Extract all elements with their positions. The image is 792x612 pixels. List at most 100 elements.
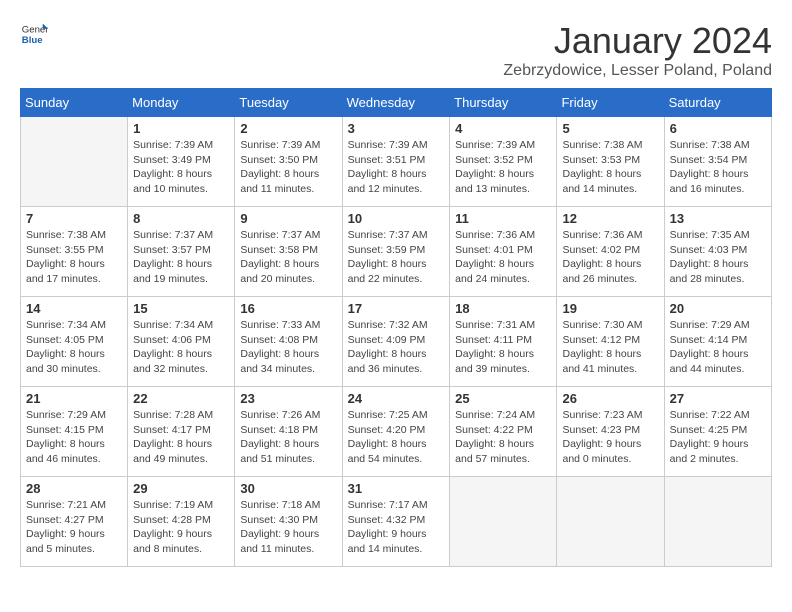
header-sunday: Sunday bbox=[21, 89, 128, 117]
day-info: Sunrise: 7:34 AM Sunset: 4:05 PM Dayligh… bbox=[26, 318, 122, 377]
day-cell bbox=[21, 117, 128, 207]
day-info: Sunrise: 7:22 AM Sunset: 4:25 PM Dayligh… bbox=[670, 408, 766, 467]
day-info: Sunrise: 7:37 AM Sunset: 3:59 PM Dayligh… bbox=[348, 228, 445, 287]
day-number: 11 bbox=[455, 211, 551, 226]
day-number: 22 bbox=[133, 391, 229, 406]
day-info: Sunrise: 7:30 AM Sunset: 4:12 PM Dayligh… bbox=[562, 318, 658, 377]
day-cell: 24 Sunrise: 7:25 AM Sunset: 4:20 PM Dayli… bbox=[342, 387, 450, 477]
day-info: Sunrise: 7:38 AM Sunset: 3:55 PM Dayligh… bbox=[26, 228, 122, 287]
day-cell: 25 Sunrise: 7:24 AM Sunset: 4:22 PM Dayli… bbox=[450, 387, 557, 477]
day-cell: 3Sunrise: 7:39 AM Sunset: 3:51 PM Daylig… bbox=[342, 117, 450, 207]
day-info: Sunrise: 7:39 AM Sunset: 3:52 PM Dayligh… bbox=[455, 138, 551, 197]
day-number: 17 bbox=[348, 301, 445, 316]
day-info: Sunrise: 7:24 AM Sunset: 4:22 PM Dayligh… bbox=[455, 408, 551, 467]
logo: General Blue bbox=[20, 20, 48, 48]
day-cell: 30 Sunrise: 7:18 AM Sunset: 4:30 PM Dayli… bbox=[235, 477, 342, 567]
day-info: Sunrise: 7:35 AM Sunset: 4:03 PM Dayligh… bbox=[670, 228, 766, 287]
day-cell: 28 Sunrise: 7:21 AM Sunset: 4:27 PM Dayli… bbox=[21, 477, 128, 567]
day-cell: 13 Sunrise: 7:35 AM Sunset: 4:03 PM Dayli… bbox=[664, 207, 771, 297]
day-info: Sunrise: 7:39 AM Sunset: 3:50 PM Dayligh… bbox=[240, 138, 336, 197]
logo-icon: General Blue bbox=[20, 20, 48, 48]
day-number: 1 bbox=[133, 121, 229, 136]
day-cell: 22 Sunrise: 7:28 AM Sunset: 4:17 PM Dayli… bbox=[128, 387, 235, 477]
day-number: 5 bbox=[562, 121, 658, 136]
day-info: Sunrise: 7:18 AM Sunset: 4:30 PM Dayligh… bbox=[240, 498, 336, 557]
day-cell: 31 Sunrise: 7:17 AM Sunset: 4:32 PM Dayli… bbox=[342, 477, 450, 567]
week-row-1: 1 Sunrise: 7:39 AM Sunset: 3:49 PM Daylig… bbox=[21, 117, 772, 207]
day-info: Sunrise: 7:23 AM Sunset: 4:23 PM Dayligh… bbox=[562, 408, 658, 467]
day-cell: 7 Sunrise: 7:38 AM Sunset: 3:55 PM Daylig… bbox=[21, 207, 128, 297]
day-number: 23 bbox=[240, 391, 336, 406]
day-number: 25 bbox=[455, 391, 551, 406]
day-info: Sunrise: 7:36 AM Sunset: 4:01 PM Dayligh… bbox=[455, 228, 551, 287]
day-cell: 10 Sunrise: 7:37 AM Sunset: 3:59 PM Dayli… bbox=[342, 207, 450, 297]
day-cell: 6 Sunrise: 7:38 AM Sunset: 3:54 PM Daylig… bbox=[664, 117, 771, 207]
day-cell: 21Sunrise: 7:29 AM Sunset: 4:15 PM Dayli… bbox=[21, 387, 128, 477]
day-number: 4 bbox=[455, 121, 551, 136]
title-block: January 2024 Zebrzydowice, Lesser Poland… bbox=[503, 20, 772, 80]
day-number: 16 bbox=[240, 301, 336, 316]
weekday-header-row: Sunday Monday Tuesday Wednesday Thursday… bbox=[21, 89, 772, 117]
day-info: Sunrise: 7:28 AM Sunset: 4:17 PM Dayligh… bbox=[133, 408, 229, 467]
day-info: Sunrise: 7:37 AM Sunset: 3:57 PM Dayligh… bbox=[133, 228, 229, 287]
day-number: 28 bbox=[26, 481, 122, 496]
week-row-2: 7 Sunrise: 7:38 AM Sunset: 3:55 PM Daylig… bbox=[21, 207, 772, 297]
day-cell: 9 Sunrise: 7:37 AM Sunset: 3:58 PM Daylig… bbox=[235, 207, 342, 297]
day-info: Sunrise: 7:37 AM Sunset: 3:58 PM Dayligh… bbox=[240, 228, 336, 287]
header-thursday: Thursday bbox=[450, 89, 557, 117]
day-cell bbox=[450, 477, 557, 567]
day-number: 29 bbox=[133, 481, 229, 496]
day-info: Sunrise: 7:36 AM Sunset: 4:02 PM Dayligh… bbox=[562, 228, 658, 287]
day-number: 8 bbox=[133, 211, 229, 226]
day-info: Sunrise: 7:38 AM Sunset: 3:54 PM Dayligh… bbox=[670, 138, 766, 197]
day-info: Sunrise: 7:21 AM Sunset: 4:27 PM Dayligh… bbox=[26, 498, 122, 557]
day-cell: 12 Sunrise: 7:36 AM Sunset: 4:02 PM Dayli… bbox=[557, 207, 664, 297]
day-number: 26 bbox=[562, 391, 658, 406]
day-cell: 20 Sunrise: 7:29 AM Sunset: 4:14 PM Dayli… bbox=[664, 297, 771, 387]
day-number: 31 bbox=[348, 481, 445, 496]
day-info: Sunrise: 7:26 AM Sunset: 4:18 PM Dayligh… bbox=[240, 408, 336, 467]
day-number: 18 bbox=[455, 301, 551, 316]
week-row-4: 21Sunrise: 7:29 AM Sunset: 4:15 PM Dayli… bbox=[21, 387, 772, 477]
day-info: Sunrise: 7:34 AM Sunset: 4:06 PM Dayligh… bbox=[133, 318, 229, 377]
day-info: Sunrise: 7:33 AM Sunset: 4:08 PM Dayligh… bbox=[240, 318, 336, 377]
day-number: 9 bbox=[240, 211, 336, 226]
day-number: 24 bbox=[348, 391, 445, 406]
day-number: 7 bbox=[26, 211, 122, 226]
day-info: Sunrise: 7:32 AM Sunset: 4:09 PM Dayligh… bbox=[348, 318, 445, 377]
day-info: Sunrise: 7:25 AM Sunset: 4:20 PM Dayligh… bbox=[348, 408, 445, 467]
day-cell: 4 Sunrise: 7:39 AM Sunset: 3:52 PM Daylig… bbox=[450, 117, 557, 207]
header-saturday: Saturday bbox=[664, 89, 771, 117]
week-row-3: 14 Sunrise: 7:34 AM Sunset: 4:05 PM Dayli… bbox=[21, 297, 772, 387]
day-number: 13 bbox=[670, 211, 766, 226]
header-wednesday: Wednesday bbox=[342, 89, 450, 117]
day-number: 10 bbox=[348, 211, 445, 226]
day-cell: 26 Sunrise: 7:23 AM Sunset: 4:23 PM Dayli… bbox=[557, 387, 664, 477]
calendar-title: January 2024 bbox=[503, 20, 772, 62]
calendar-subtitle: Zebrzydowice, Lesser Poland, Poland bbox=[503, 62, 772, 80]
day-cell: 27 Sunrise: 7:22 AM Sunset: 4:25 PM Dayli… bbox=[664, 387, 771, 477]
day-number: 12 bbox=[562, 211, 658, 226]
day-cell bbox=[557, 477, 664, 567]
day-number: 30 bbox=[240, 481, 336, 496]
day-info: Sunrise: 7:39 AM Sunset: 3:51 PM Dayligh… bbox=[348, 138, 445, 197]
day-info: Sunrise: 7:31 AM Sunset: 4:11 PM Dayligh… bbox=[455, 318, 551, 377]
svg-text:Blue: Blue bbox=[22, 35, 43, 46]
calendar-table: Sunday Monday Tuesday Wednesday Thursday… bbox=[20, 88, 772, 567]
day-number: 20 bbox=[670, 301, 766, 316]
day-cell: 18 Sunrise: 7:31 AM Sunset: 4:11 PM Dayli… bbox=[450, 297, 557, 387]
day-number: 14 bbox=[26, 301, 122, 316]
day-cell: 15 Sunrise: 7:34 AM Sunset: 4:06 PM Dayli… bbox=[128, 297, 235, 387]
page-header: General Blue January 2024 Zebrzydowice, … bbox=[20, 20, 772, 80]
day-cell: 19Sunrise: 7:30 AM Sunset: 4:12 PM Dayli… bbox=[557, 297, 664, 387]
day-cell: 11 Sunrise: 7:36 AM Sunset: 4:01 PM Dayli… bbox=[450, 207, 557, 297]
day-cell: 16 Sunrise: 7:33 AM Sunset: 4:08 PM Dayli… bbox=[235, 297, 342, 387]
week-row-5: 28 Sunrise: 7:21 AM Sunset: 4:27 PM Dayli… bbox=[21, 477, 772, 567]
day-number: 15 bbox=[133, 301, 229, 316]
day-info: Sunrise: 7:29 AM Sunset: 4:14 PM Dayligh… bbox=[670, 318, 766, 377]
day-cell: 5Sunrise: 7:38 AM Sunset: 3:53 PM Daylig… bbox=[557, 117, 664, 207]
day-number: 6 bbox=[670, 121, 766, 136]
day-info: Sunrise: 7:17 AM Sunset: 4:32 PM Dayligh… bbox=[348, 498, 445, 557]
day-info: Sunrise: 7:39 AM Sunset: 3:49 PM Dayligh… bbox=[133, 138, 229, 197]
day-number: 27 bbox=[670, 391, 766, 406]
